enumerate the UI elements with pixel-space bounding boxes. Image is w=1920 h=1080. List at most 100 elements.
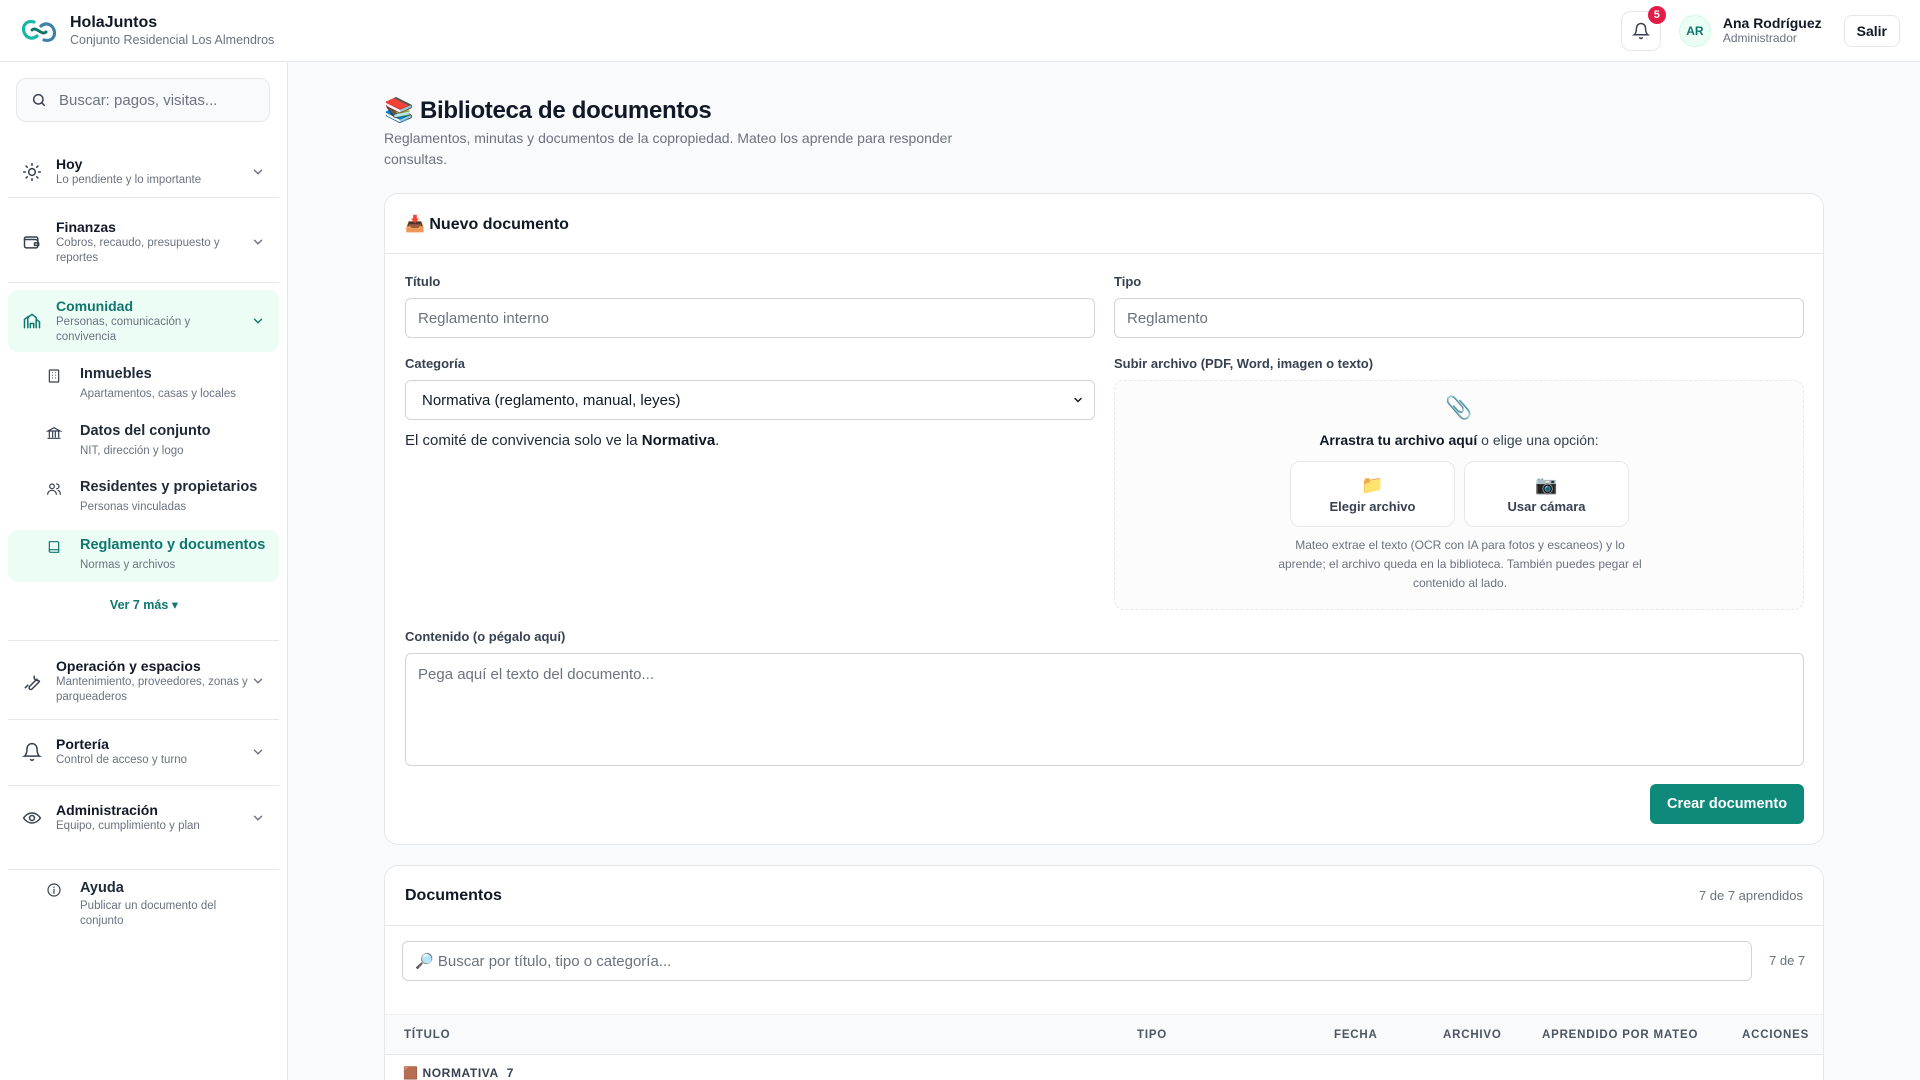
book-icon [48,541,60,553]
app-name: HolaJuntos [70,13,158,31]
nav-group-title: Comunidad [56,297,133,314]
file-dropzone[interactable]: 📎 Arrastra tu archivo aquí o elige una o… [1114,380,1804,610]
use-camera-label: Usar cámara [1507,498,1586,514]
title-input[interactable]: Reglamento interno [405,298,1095,338]
column-header[interactable]: TIPO [1137,1029,1167,1041]
type-placeholder: Reglamento [1127,309,1208,327]
content-textarea[interactable]: Pega aquí el texto del documento... [405,653,1804,766]
sidebar-item-inmuebles[interactable]: Inmuebles Apartamentos, casas y locales [8,365,279,415]
divider [8,869,279,870]
chevron-down-icon [1074,397,1082,403]
user-info[interactable]: Ana Rodríguez Administrador [1723,15,1822,46]
sidebar-item-subtitle: Normas y archivos [80,559,176,571]
logout-button[interactable]: Salir [1843,14,1900,47]
chevron-down-icon [253,239,263,245]
nav-group-subtitle: Mantenimiento, proveedores, zonas y parq… [56,675,248,703]
table-header: TÍTULO TIPO FECHA ARCHIVO APRENDIDO POR … [385,1014,1823,1055]
column-header[interactable]: APRENDIDO POR MATEO [1542,1029,1698,1041]
wallet-icon [23,236,40,249]
camera-icon: 📷 [1535,474,1558,495]
nav-group-subtitle: Control de acceso y turno [56,754,188,766]
help-title: Ayuda [80,880,124,896]
nav-group-administracion[interactable]: Administración Equipo, cumplimiento y pl… [8,794,279,842]
brand[interactable]: HolaJuntos Conjunto Residencial Los Alme… [20,14,274,48]
chevron-down-icon [253,815,263,821]
sidebar-item-datos-conjunto[interactable]: Datos del conjunto NIT, dirección y logo [8,422,279,472]
wrench-icon [24,675,41,691]
category-label: Categoría [405,356,465,371]
building-icon [48,369,60,383]
sun-icon [22,162,42,182]
chevron-down-icon [253,318,263,324]
sidebar-item-subtitle: Apartamentos, casas y locales [80,388,236,400]
nav-group-comunidad[interactable]: Comunidad Personas, comunicación y convi… [8,290,279,352]
documents-heading: Documentos [405,886,502,904]
group-count: 7 [506,1066,515,1080]
group-label: 🟫 NORMATIVA [403,1066,499,1080]
committee-note: El comité de convivencia solo ve la Norm… [405,432,720,449]
nav-group-finanzas[interactable]: Finanzas Cobros, recaudo, presupuesto y … [8,210,279,274]
search-result-count: 7 de 7 [1769,953,1806,968]
category-select[interactable]: Normativa (reglamento, manual, leyes) [405,380,1095,420]
sidebar-search-input[interactable]: Buscar: pagos, visitas... [16,78,270,122]
page-description: Reglamentos, minutas y documentos de la … [384,130,953,167]
sidebar: Buscar: pagos, visitas... Hoy Lo pendien… [0,62,288,1080]
new-document-heading: 📥 Nuevo documento [385,194,1823,254]
nav-group-porteria[interactable]: Portería Control de acceso y turno [8,728,279,776]
nav-group-title: Operación y espacios [56,657,201,674]
nav-group-subtitle: Lo pendiente y lo importante [56,174,202,186]
sidebar-item-reglamento[interactable]: Reglamento y documentos Normas y archivo… [8,530,279,582]
choose-file-label: Elegir archivo [1329,498,1416,514]
community-icon [23,313,41,329]
divider [8,785,279,786]
type-input[interactable]: Reglamento [1114,298,1804,338]
bell-icon [1631,22,1650,39]
sidebar-item-label: Inmuebles [80,366,152,382]
column-header[interactable]: TÍTULO [404,1029,450,1041]
content-placeholder: Pega aquí el texto del documento... [418,666,654,683]
chevron-down-icon [253,169,263,175]
documents-card: Documentos 7 de 7 aprendidos 🔎 Buscar po… [384,865,1824,1080]
show-more-link[interactable]: Ver 7 más ▾ [0,597,288,612]
create-document-button[interactable]: Crear documento [1650,784,1805,824]
group-row-normativa[interactable]: 🟫 NORMATIVA 7 [403,1066,514,1080]
avatar[interactable]: AR [1678,14,1711,47]
sidebar-item-residentes[interactable]: Residentes y propietarios Personas vincu… [8,478,279,528]
column-header[interactable]: ACCIONES [1742,1029,1809,1041]
sidebar-item-label: Residentes y propietarios [80,479,258,495]
chevron-down-icon [253,749,263,755]
nav-group-operacion[interactable]: Operación y espacios Mantenimiento, prov… [8,649,279,713]
nav-group-title: Finanzas [56,218,116,235]
type-label: Tipo [1114,274,1142,289]
column-header[interactable]: FECHA [1334,1029,1378,1041]
help-item[interactable]: Ayuda Publicar un documento del conjunto [8,879,279,935]
info-icon [47,883,61,897]
upload-help-text: Mateo extrae el texto (OCR con IA para f… [1278,538,1642,590]
documents-search-placeholder: 🔎 Buscar por título, tipo o categoría... [415,953,672,970]
nav-group-hoy[interactable]: Hoy Lo pendiente y lo importante [8,148,279,196]
nav-group-title: Administración [56,802,158,818]
search-icon [32,93,46,107]
sidebar-item-label: Reglamento y documentos [80,537,266,553]
title-label: Título [405,274,441,289]
divider [8,197,279,198]
divider [8,719,279,720]
notifications-button[interactable]: 5 [1620,5,1666,51]
use-camera-button[interactable]: 📷 Usar cámara [1464,461,1629,527]
content-label: Contenido (o pégalo aquí) [405,629,566,644]
category-value: Normativa (reglamento, manual, leyes) [422,391,681,409]
bank-icon [46,426,62,439]
nav-group-title: Portería [56,736,109,752]
nav-group-title: Hoy [56,156,83,172]
documents-search-input[interactable]: 🔎 Buscar por título, tipo o categoría... [402,941,1752,981]
nav-group-subtitle: Personas, comunicación y convivencia [56,315,191,343]
column-header[interactable]: ARCHIVO [1443,1029,1502,1041]
nav-group-subtitle: Equipo, cumplimiento y plan [56,820,200,832]
community-name: Conjunto Residencial Los Almendros [70,32,275,47]
upload-label: Subir archivo (PDF, Word, imagen o texto… [1114,356,1374,371]
divider [8,282,279,283]
dropzone-text: Arrastra tu archivo aquí o elige una opc… [1319,432,1599,448]
new-document-card: 📥 Nuevo documento Título Reglamento inte… [384,193,1824,845]
choose-file-button[interactable]: 📁 Elegir archivo [1290,461,1455,527]
bell-icon [22,742,42,762]
